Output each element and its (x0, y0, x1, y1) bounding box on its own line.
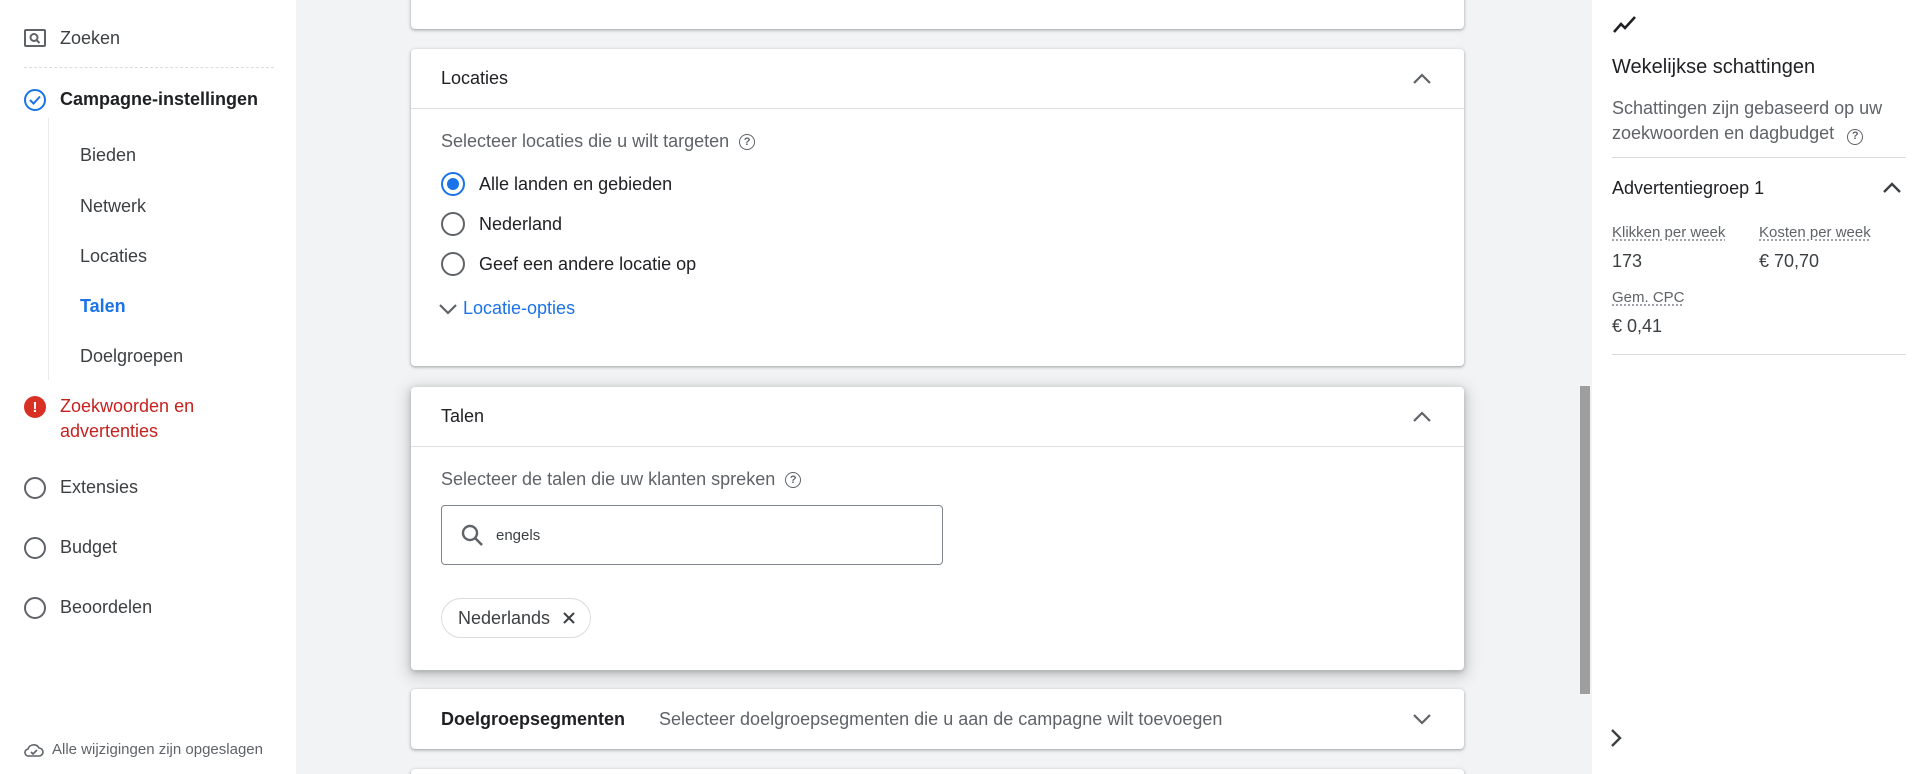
nav-campaign-settings-label: Campagne-instellingen (60, 89, 259, 109)
nav-sub-item-audiences[interactable]: Doelgroepen (80, 346, 183, 367)
save-status-label: Alle wijzigingen zijn opgeslagen (52, 741, 263, 758)
save-status: Alle wijzigingen zijn opgeslagen (24, 741, 263, 758)
clicks-label[interactable]: Klikken per week (1612, 224, 1725, 241)
nav-divider (24, 67, 274, 68)
nav-extensions-label: Extensies (60, 477, 139, 497)
cost-value: € 70,70 (1759, 251, 1820, 271)
nav-extensions[interactable]: Extensies (24, 475, 138, 500)
previous-card (411, 0, 1464, 29)
languages-title: Talen (441, 406, 485, 426)
scrollbar-thumb[interactable] (1580, 386, 1590, 694)
nav-review-label: Beoordelen (60, 597, 153, 617)
nav-sub-item-locations[interactable]: Locaties (80, 246, 147, 267)
trending-icon (1612, 14, 1638, 39)
nav-sub-item-languages[interactable]: Talen (80, 296, 126, 317)
language-chip-label: Nederlands (458, 607, 551, 628)
estimates-panel: Wekelijkse schattingen Schattingen zijn … (1592, 0, 1920, 774)
ad-group-name[interactable]: Advertentiegroep 1 (1612, 178, 1764, 199)
nav-keywords-ads-label: Zoekwoorden en advertenties (60, 396, 195, 441)
radio-unchecked[interactable] (441, 252, 465, 276)
radio-checked[interactable] (441, 172, 465, 196)
languages-card-header[interactable]: Talen (411, 387, 1464, 447)
left-navigation: Zoeken Campagne-instellingen Bieden Netw… (0, 0, 296, 774)
help-icon[interactable]: ? (739, 133, 756, 150)
locations-card-header[interactable]: Locaties (411, 49, 1464, 109)
location-options-link[interactable]: Locatie-opties (437, 298, 1434, 319)
error-icon: ! (24, 396, 46, 418)
estimates-description: Schattingen zijn gebaseerd op uw zoekwoo… (1612, 96, 1912, 146)
chevron-up-icon[interactable] (1410, 67, 1434, 91)
audience-description: Selecteer doelgroepsegmenten die u aan d… (659, 708, 1223, 729)
languages-question-text: Selecteer de talen die uw klanten spreke… (441, 469, 776, 489)
nav-sub-line (48, 118, 49, 380)
chevron-right-icon[interactable] (1602, 724, 1630, 752)
location-option-label: Geef een andere locatie op (479, 253, 697, 274)
cost-label[interactable]: Kosten per week (1759, 224, 1871, 241)
empty-circle-icon (24, 477, 46, 499)
locations-title: Locaties (441, 68, 509, 88)
audience-card-header[interactable]: Doelgroepsegmenten Selecteer doelgroepse… (411, 689, 1464, 749)
languages-card: Talen Selecteer de talen die uw klanten … (411, 387, 1464, 670)
nav-campaign-settings[interactable]: Campagne-instellingen (24, 87, 258, 112)
location-option-netherlands[interactable]: Nederland (441, 204, 1434, 244)
languages-question: Selecteer de talen die uw klanten spreke… (441, 469, 1434, 490)
check-circle-icon (24, 89, 46, 111)
location-option-label: Alle landen en gebieden (479, 173, 673, 194)
chevron-down-icon (437, 302, 459, 316)
location-option-other[interactable]: Geef een andere locatie op (441, 244, 1434, 284)
cpc-value: € 0,41 (1612, 316, 1663, 336)
locations-question-text: Selecteer locaties die u wilt targeten (441, 131, 730, 151)
nav-review[interactable]: Beoordelen (24, 595, 152, 620)
search-icon (460, 523, 484, 547)
locations-question: Selecteer locaties die u wilt targeten ? (441, 131, 1434, 152)
nav-search-label: Zoeken (60, 27, 121, 48)
language-search-box[interactable] (441, 505, 943, 565)
audience-card[interactable]: Doelgroepsegmenten Selecteer doelgroepse… (411, 689, 1464, 749)
empty-circle-icon (24, 537, 46, 559)
cloud-done-icon (24, 742, 44, 758)
language-chip: Nederlands (441, 598, 592, 638)
audience-title: Doelgroepsegmenten (441, 708, 626, 729)
nav-budget-label: Budget (60, 537, 118, 557)
divider (1612, 354, 1906, 355)
close-icon[interactable] (560, 609, 578, 627)
chevron-down-icon[interactable] (1410, 707, 1434, 731)
nav-keywords-ads[interactable]: ! Zoekwoorden en advertenties (24, 394, 264, 444)
help-icon[interactable]: ? (785, 471, 802, 488)
search-page-icon (24, 27, 46, 49)
cpc-label[interactable]: Gem. CPC (1612, 289, 1685, 306)
next-card (411, 769, 1464, 774)
nav-sub-item-network[interactable]: Netwerk (80, 196, 146, 217)
nav-search[interactable]: Zoeken (24, 22, 120, 54)
estimates-description-text: Schattingen zijn gebaseerd op uw zoekwoo… (1612, 98, 1883, 143)
nav-budget[interactable]: Budget (24, 535, 117, 560)
location-option-all[interactable]: Alle landen en gebieden (441, 164, 1434, 204)
chevron-up-icon[interactable] (1880, 176, 1904, 205)
chevron-up-icon[interactable] (1410, 405, 1434, 429)
empty-circle-icon (24, 597, 46, 619)
location-option-label: Nederland (479, 213, 563, 234)
location-options-label: Locatie-opties (463, 298, 576, 318)
language-search-input[interactable] (496, 526, 916, 544)
estimates-title: Wekelijkse schattingen (1612, 56, 1816, 78)
help-icon[interactable]: ? (1847, 128, 1864, 145)
clicks-value: 173 (1612, 251, 1643, 271)
divider (1612, 157, 1906, 158)
locations-card: Locaties Selecteer locaties die u wilt t… (411, 49, 1464, 366)
nav-sub-item-bidding[interactable]: Bieden (80, 145, 136, 166)
radio-unchecked[interactable] (441, 212, 465, 236)
